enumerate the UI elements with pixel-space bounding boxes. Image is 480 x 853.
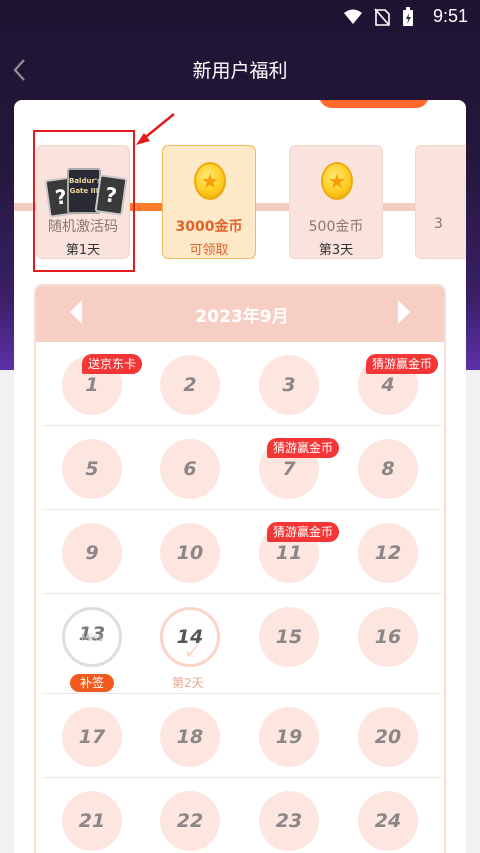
day-cell[interactable]: 6 [160, 439, 220, 499]
day-cell-missed[interactable]: 13 Miss [62, 607, 122, 667]
day-caption: 第2天 [172, 676, 204, 690]
day-cell[interactable]: 23 [259, 791, 319, 851]
day-cell[interactable]: 3 [259, 355, 319, 415]
calendar-header: 2023年9月 [36, 286, 444, 342]
page-title: 新用户福利 [192, 61, 288, 82]
sign-in-calendar: 2023年9月 1 送京东卡 2 3 4 猜游赢金币 5 6 7 猜游赢金币 8 9 … [34, 284, 446, 853]
day-cell[interactable]: 11 猜游赢金币 [259, 522, 340, 583]
day-cell[interactable]: 20 [358, 707, 418, 767]
nav-bar: 新用户福利 [0, 48, 480, 92]
battery-icon [403, 7, 413, 26]
calendar-row: 9 10 11 猜游赢金币 12 [42, 510, 442, 594]
coin-star-icon: ★ [321, 162, 353, 200]
next-month-icon[interactable] [396, 298, 412, 326]
day-cell-current[interactable]: ✓ 14 [160, 607, 220, 667]
reward-status: 可领取 [189, 243, 229, 258]
day-cell[interactable]: 12 [358, 523, 418, 583]
promo-tag: 猜游赢金币 [366, 354, 439, 374]
reward-day-3[interactable]: ★ 500金币 第3天 [289, 145, 383, 259]
day-cell[interactable]: 22 [160, 791, 220, 851]
reward-label: 500金币 [308, 219, 364, 235]
day-cell[interactable]: 21 [62, 791, 122, 851]
wifi-icon [344, 9, 362, 24]
day-cell[interactable]: 5 [62, 439, 122, 499]
day-cell[interactable]: 4 猜游赢金币 [358, 354, 439, 415]
day-cell[interactable]: 7 猜游赢金币 [259, 438, 340, 499]
annotation-highlight-box [33, 130, 135, 272]
coin-star-icon: ★ [194, 162, 226, 200]
calendar-row: 13 Miss 补签 ✓ 14 第2天 15 16 [42, 594, 442, 694]
day-cell[interactable]: 8 [358, 439, 418, 499]
annotation-arrow-icon [136, 113, 175, 145]
day-cell[interactable]: 2 [160, 355, 220, 415]
makeup-sign-button[interactable]: 补签 [70, 674, 114, 692]
reward-day: 第3天 [318, 243, 354, 258]
status-icons [344, 7, 414, 27]
status-time: 9:51 [432, 6, 468, 26]
promo-tag: 猜游赢金币 [267, 522, 340, 542]
reward-day-2[interactable]: ★ 3000金币 可领取 [162, 145, 256, 259]
claim-button-partial[interactable] [319, 100, 429, 108]
day-cell[interactable]: 16 [358, 607, 418, 667]
day-cell[interactable]: 18 [160, 707, 220, 767]
day-cell[interactable]: 19 [259, 707, 319, 767]
reward-day-4[interactable]: 3 [415, 145, 466, 259]
reward-label: 3 [434, 216, 443, 232]
calendar-month: 2023年9月 [195, 307, 289, 327]
promo-tag: 送京东卡 [82, 354, 143, 374]
promo-tag: 猜游赢金币 [267, 438, 340, 458]
reward-label: 3000金币 [175, 219, 243, 235]
calendar-grid: 1 送京东卡 2 3 4 猜游赢金币 5 6 7 猜游赢金币 8 9 10 11 猜游赢… [36, 342, 444, 853]
miss-label: Miss [81, 633, 103, 644]
calendar-row: 17 18 19 20 [42, 694, 442, 778]
day-cell[interactable]: 1 送京东卡 [62, 354, 143, 415]
day-cell[interactable]: 9 [62, 523, 122, 583]
day-cell[interactable]: 10 [160, 523, 220, 583]
day-cell[interactable]: 24 [358, 791, 418, 851]
status-bar: 9:51 [0, 0, 480, 34]
calendar-row: 5 6 7 猜游赢金币 8 [42, 426, 442, 510]
day-cell[interactable]: 17 [62, 707, 122, 767]
calendar-row: 21 22 23 24 [42, 778, 442, 853]
no-sim-icon [374, 8, 390, 26]
day-cell[interactable]: 15 [259, 607, 319, 667]
calendar-row: 1 送京东卡 2 3 4 猜游赢金币 [42, 342, 442, 426]
